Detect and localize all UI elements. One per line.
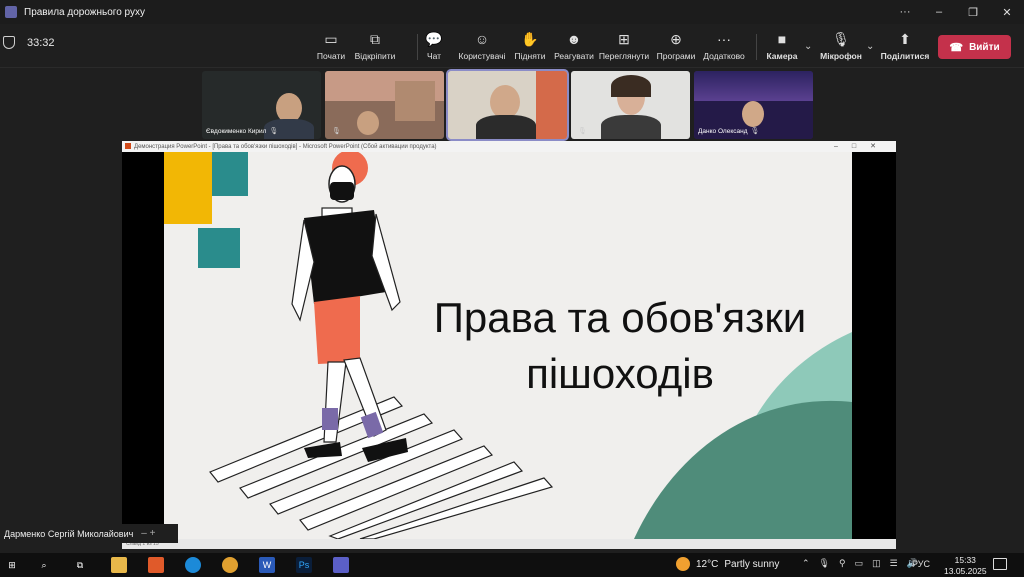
- presenter-name: Дарменко Сергій Миколайович: [4, 528, 134, 539]
- edge-browser-icon[interactable]: [185, 557, 201, 573]
- chevron-up-icon[interactable]: ⌃: [802, 558, 810, 569]
- participant-name: Данко Олександ: [698, 127, 748, 135]
- phone-icon: ☎: [949, 41, 964, 54]
- mic-off-icon: 🎙: [750, 128, 760, 135]
- title-bar: Правила дорожнього руху ··· – ❐ ✕: [0, 0, 1024, 24]
- meeting-timer: 33:32: [0, 36, 55, 49]
- mic-off-icon: 🎙: [332, 128, 341, 135]
- mic-off-icon: 🎙: [269, 128, 279, 135]
- notification-icon[interactable]: [993, 558, 1007, 570]
- app-root: Правила дорожнього руху ··· – ❐ ✕ 33:32 …: [0, 0, 1024, 577]
- teal-square-small: [198, 228, 240, 268]
- clock-time: 15:33: [954, 555, 976, 565]
- brave-browser-icon[interactable]: [148, 557, 164, 573]
- participant-video: [742, 101, 764, 127]
- presentation-slide: Права та обов'язки пішоходів: [164, 152, 852, 539]
- shield-icon: [3, 36, 15, 49]
- photoshop-icon[interactable]: Ps: [296, 557, 312, 573]
- teal-square: [212, 152, 248, 196]
- weather-widget[interactable]: 12°C Partly sunny: [676, 557, 779, 571]
- hand-icon: ✋: [521, 30, 539, 47]
- slide-title: Права та обов'язки пішоходів: [433, 294, 807, 397]
- powerpoint-titlebar: Демонстрация PowerPoint - [Права та обов…: [122, 141, 896, 152]
- chat-icon: 💬: [425, 30, 443, 47]
- timer-text: 33:32: [27, 36, 55, 49]
- window-title: Правила дорожнього руху: [24, 6, 145, 18]
- mic-off-icon: 🎙: [578, 128, 587, 135]
- windows-start-icon[interactable]: ⊞: [4, 557, 20, 573]
- leave-button[interactable]: ☎ Вийти: [938, 35, 1011, 59]
- ellipsis-icon: ···: [717, 31, 731, 47]
- mic-button[interactable]: 🎙 Мікрофон: [811, 30, 871, 62]
- presenter-options-icon[interactable]: – +: [141, 528, 155, 539]
- yellow-square: [164, 152, 212, 224]
- battery-icon[interactable]: ▭: [855, 558, 864, 569]
- powerpoint-window-controls: –□✕: [834, 143, 890, 150]
- participant-tile[interactable]: Євдокименко Кирил 🎙: [202, 71, 321, 139]
- minimize-icon[interactable]: –: [922, 0, 956, 24]
- wifi-icon[interactable]: ☰: [890, 558, 898, 569]
- windows-taskbar: ⊞ ⌕ ⧉ W Ps 12°C Partly sunny ⌃ 🎙 ⚲ ▭ ◫ ☰…: [0, 553, 1024, 577]
- weather-description: Partly sunny: [724, 558, 780, 570]
- chrome-browser-icon[interactable]: [222, 557, 238, 573]
- mic-off-icon: 🎙: [832, 30, 850, 47]
- microphone-icon[interactable]: 🎙: [819, 558, 830, 569]
- teams-taskbar-icon[interactable]: [333, 557, 349, 573]
- task-view-icon[interactable]: ⧉: [72, 557, 88, 573]
- participant-tile[interactable]: 🎙: [571, 71, 690, 139]
- powerpoint-title: Демонстрация PowerPoint - [Права та обов…: [134, 143, 437, 150]
- partly-sunny-icon: [676, 557, 690, 571]
- usb-icon[interactable]: ⚲: [839, 558, 846, 569]
- more-icon[interactable]: ···: [888, 0, 922, 24]
- more-button[interactable]: ··· Додатково: [694, 30, 754, 61]
- smile-icon: ☻: [566, 31, 582, 47]
- participant-video: [490, 85, 520, 119]
- share-icon: ⬆: [899, 30, 911, 47]
- powerpoint-icon: [125, 143, 131, 149]
- word-icon[interactable]: W: [259, 557, 275, 573]
- record-icon: ▭: [324, 30, 338, 47]
- maximize-icon[interactable]: ❐: [956, 0, 990, 24]
- clock[interactable]: 15:33 13.05.2025: [944, 555, 987, 577]
- plus-icon: ⊕: [670, 30, 682, 47]
- close-icon[interactable]: ✕: [990, 0, 1024, 24]
- popout-icon: ⧉: [370, 30, 380, 47]
- participant-video: [357, 111, 379, 135]
- view-button[interactable]: ⊞ Переглянути: [594, 30, 654, 62]
- grid-icon: ⊞: [618, 30, 630, 47]
- window-controls: ··· – ❐ ✕: [888, 0, 1024, 24]
- weather-temperature: 12°C: [696, 558, 719, 570]
- participant-name: Євдокименко Кирил: [206, 127, 267, 135]
- teams-icon: [5, 6, 17, 18]
- language-indicator[interactable]: РУС: [912, 559, 930, 569]
- people-icon: ☺: [474, 31, 490, 47]
- participant-tile[interactable]: 🎙: [325, 71, 444, 139]
- shared-screen: Демонстрация PowerPoint - [Права та обов…: [122, 141, 896, 549]
- mic-options-chevron-icon[interactable]: ⌄: [866, 41, 874, 52]
- search-icon[interactable]: ⌕: [36, 557, 52, 573]
- popout-button[interactable]: ⧉ Відкріпити: [345, 30, 405, 62]
- file-explorer-icon[interactable]: [111, 557, 127, 573]
- camera-icon: ■: [777, 31, 787, 47]
- participant-tile[interactable]: Данко Олександ 🎙: [694, 71, 813, 139]
- presenter-label: Дарменко Сергій Миколайович – +: [0, 524, 178, 543]
- meeting-toolbar: 33:32 ▭ Почати ⧉ Відкріпити 💬 Чат ☺ Кори…: [0, 24, 1024, 68]
- network-icon[interactable]: ◫: [872, 558, 881, 569]
- clock-date: 13.05.2025: [944, 566, 987, 576]
- dark-green-blob: [634, 400, 852, 539]
- participant-tile[interactable]: [446, 69, 569, 141]
- share-button[interactable]: ⬆ Поділитися: [875, 30, 935, 62]
- powerpoint-statusbar: Слайд 1 из 15: [122, 539, 896, 549]
- participant-strip: Євдокименко Кирил 🎙 🎙 🎙 Данко Олександ 🎙: [202, 69, 813, 141]
- camera-button[interactable]: ■ Камера: [752, 30, 812, 61]
- system-tray: ⌃ 🎙 ⚲ ▭ ◫ ☰ 🔊: [802, 558, 918, 569]
